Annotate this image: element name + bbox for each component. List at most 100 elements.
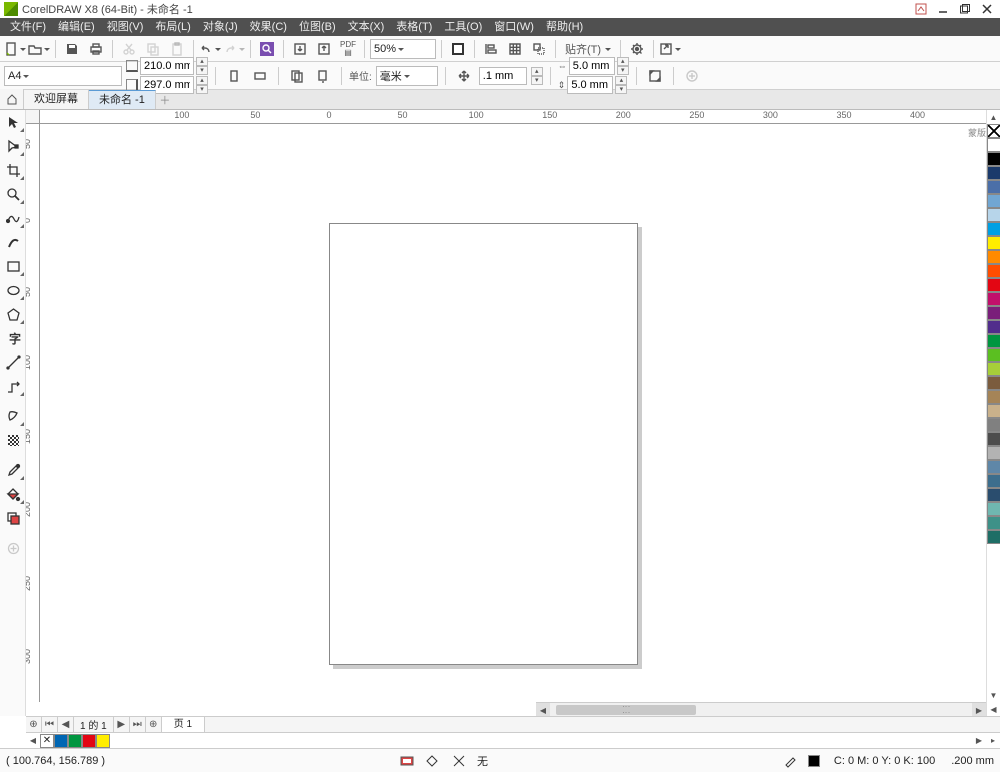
new-doc-button[interactable] [4, 38, 26, 60]
units-select[interactable]: 毫米 [376, 66, 438, 86]
width-spinner[interactable]: ▴▾ [196, 57, 208, 75]
height-spinner[interactable]: ▴▾ [196, 76, 208, 94]
outline-pen-icon[interactable] [782, 753, 798, 769]
fill-bucket-icon[interactable] [425, 753, 441, 769]
color-swatch[interactable] [987, 362, 1000, 376]
scroll-right-button[interactable]: ▶ [972, 703, 986, 716]
zoom-tool[interactable] [0, 182, 26, 206]
color-swatch[interactable] [987, 236, 1000, 250]
close-button[interactable] [978, 1, 996, 17]
scroll-left-button[interactable]: ◀ [536, 703, 550, 716]
add-tab-button[interactable]: ＋ [156, 91, 174, 109]
quick-customize-button[interactable] [681, 65, 703, 87]
ellipse-tool[interactable] [0, 278, 26, 302]
import-button[interactable] [289, 38, 311, 60]
dupx-spinner[interactable]: ▴▾ [617, 57, 629, 75]
smart-fill-tool[interactable] [0, 506, 26, 530]
document-tab[interactable]: 未命名 -1 [89, 90, 156, 109]
color-swatch[interactable] [987, 530, 1000, 544]
eyedropper-tool[interactable] [0, 458, 26, 482]
options-button[interactable] [626, 38, 648, 60]
pick-tool[interactable] [0, 110, 26, 134]
prev-page-button[interactable]: ◀ [58, 717, 74, 733]
open-button[interactable] [28, 38, 50, 60]
hscroll-thumb[interactable] [556, 705, 696, 715]
color-swatch[interactable] [987, 222, 1000, 236]
menu-edit[interactable]: 编辑(E) [52, 18, 101, 36]
parallel-dim-tool[interactable] [0, 350, 26, 374]
ruler-corner[interactable] [26, 110, 40, 124]
menu-view[interactable]: 视图(V) [101, 18, 150, 36]
color-swatch[interactable] [987, 264, 1000, 278]
swatch-none[interactable] [987, 124, 1000, 138]
doc-color-swatch[interactable] [68, 734, 82, 748]
color-swatch[interactable] [987, 488, 1000, 502]
color-proof-icon[interactable] [399, 753, 415, 769]
artistic-media-tool[interactable] [0, 230, 26, 254]
menu-tool[interactable]: 工具(O) [438, 18, 488, 36]
zoom-select[interactable]: 50% [370, 39, 436, 59]
outline-color-swatch[interactable] [808, 755, 820, 767]
search-content-button[interactable] [256, 38, 278, 60]
current-page-button[interactable] [312, 65, 334, 87]
menu-effect[interactable]: 效果(C) [244, 18, 293, 36]
color-swatch[interactable] [987, 390, 1000, 404]
pdf-button[interactable]: PDF▤ [337, 38, 359, 60]
save-button[interactable] [61, 38, 83, 60]
export-button[interactable] [313, 38, 335, 60]
palette-flyout-button[interactable]: ◀ [987, 702, 1000, 716]
doc-color-swatch[interactable] [54, 734, 68, 748]
color-swatch[interactable] [987, 376, 1000, 390]
color-swatch[interactable] [987, 292, 1000, 306]
dynamic-guides-button[interactable] [528, 38, 550, 60]
vertical-ruler[interactable]: 50050100150200250300 [26, 124, 40, 702]
minipal-flyout-button[interactable]: ▸ [986, 734, 1000, 748]
color-swatch[interactable] [987, 446, 1000, 460]
color-swatch[interactable] [987, 152, 1000, 166]
dup-x-input[interactable] [569, 57, 615, 75]
color-swatch[interactable] [987, 166, 1000, 180]
add-page-button[interactable]: ⊕ [26, 717, 42, 733]
color-swatch[interactable] [987, 432, 1000, 446]
quick-customize-tool[interactable] [0, 536, 26, 560]
minipal-right-button[interactable]: ▶ [972, 734, 986, 748]
welcome-tab[interactable]: 欢迎屏幕 [24, 90, 89, 109]
paper-size-select[interactable]: A4 [4, 66, 122, 86]
color-swatch[interactable] [987, 502, 1000, 516]
color-swatch[interactable] [987, 250, 1000, 264]
menu-object[interactable]: 对象(J) [197, 18, 244, 36]
color-swatch[interactable] [987, 138, 1000, 152]
text-tool[interactable]: 字 [0, 326, 26, 350]
palette-up-button[interactable]: ▲ [987, 110, 1000, 124]
menu-bitmap[interactable]: 位图(B) [293, 18, 342, 36]
color-swatch[interactable] [987, 320, 1000, 334]
menu-layout[interactable]: 布局(L) [149, 18, 196, 36]
doc-color-swatch[interactable] [96, 734, 110, 748]
ribbon-toggle-icon[interactable] [912, 1, 930, 17]
minipal-left-button[interactable]: ◀ [26, 734, 40, 748]
copy-button[interactable] [142, 38, 164, 60]
dupy-spinner[interactable]: ▴▾ [615, 76, 627, 94]
menu-table[interactable]: 表格(T) [390, 18, 438, 36]
menu-window[interactable]: 窗口(W) [488, 18, 540, 36]
color-swatch[interactable] [987, 460, 1000, 474]
page-tab[interactable]: 页 1 [162, 717, 205, 733]
color-swatch[interactable] [987, 194, 1000, 208]
connector-tool[interactable] [0, 374, 26, 398]
paste-button[interactable] [166, 38, 188, 60]
drop-shadow-tool[interactable] [0, 404, 26, 428]
dup-y-input[interactable] [567, 76, 613, 94]
align-guides-button[interactable] [480, 38, 502, 60]
all-pages-button[interactable] [286, 65, 308, 87]
portrait-button[interactable] [223, 65, 245, 87]
print-button[interactable] [85, 38, 107, 60]
horizontal-ruler[interactable]: 50100050100150200250300350400 [40, 110, 986, 124]
grid-button[interactable] [504, 38, 526, 60]
launch-button[interactable] [659, 38, 681, 60]
last-page-button[interactable]: ⏭ [130, 717, 146, 733]
minipal-none[interactable] [40, 734, 54, 748]
maximize-button[interactable] [956, 1, 974, 17]
add-page-after-button[interactable]: ⊕ [146, 717, 162, 733]
home-tab[interactable] [0, 89, 24, 109]
color-swatch[interactable] [987, 474, 1000, 488]
